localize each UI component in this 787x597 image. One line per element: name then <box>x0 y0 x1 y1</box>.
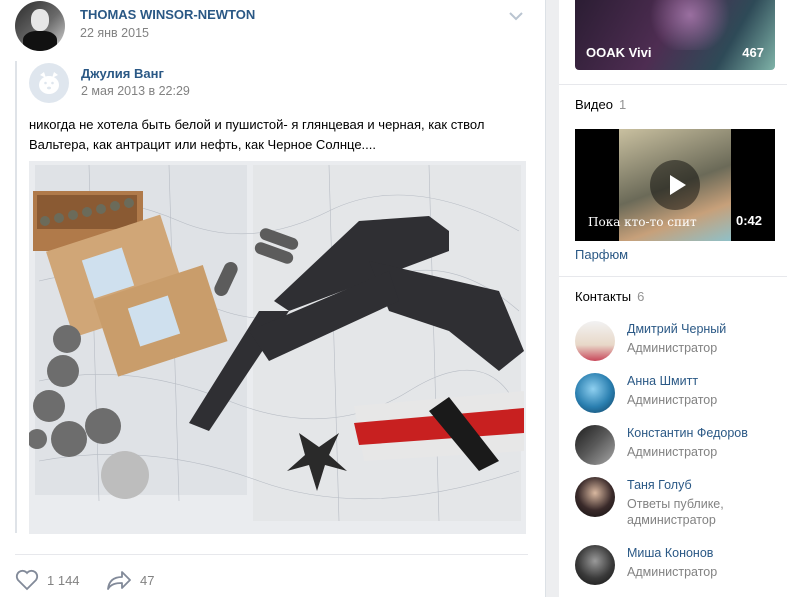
post-author-name[interactable]: THOMAS WINSOR-NEWTON <box>80 7 255 22</box>
repost-bar <box>15 61 17 533</box>
contact-name[interactable]: Дмитрий Черный <box>627 322 726 336</box>
video-thumbnail[interactable]: Пока кто-то спит 0:42 <box>575 129 775 241</box>
album-title: OOAK Vivi <box>586 45 652 60</box>
like-button[interactable]: 1 144 <box>15 569 80 591</box>
contact-avatar[interactable] <box>575 373 615 413</box>
videos-heading-label: Видео <box>575 97 613 112</box>
post-photo[interactable] <box>29 161 526 534</box>
contact-name[interactable]: Миша Кононов <box>627 546 713 560</box>
video-title-link[interactable]: Парфюм <box>575 247 628 262</box>
contact-item[interactable]: Таня Голуб Ответы публике, администратор <box>575 477 787 527</box>
contact-avatar[interactable] <box>575 425 615 465</box>
contact-item[interactable]: Миша Кононов Администратор <box>575 545 787 585</box>
contact-avatar[interactable] <box>575 545 615 585</box>
share-count: 47 <box>140 572 155 588</box>
repost-date[interactable]: 2 мая 2013 в 22:29 <box>81 84 190 98</box>
contacts-count: 6 <box>637 289 645 304</box>
sidebar: OOAK Vivi 467 Видео 1 Пока кто-то спит 0:… <box>559 0 787 597</box>
contact-role: Администратор <box>627 565 718 579</box>
dog-placeholder-icon <box>39 72 59 94</box>
post-date[interactable]: 22 янв 2015 <box>80 26 149 40</box>
contact-avatar[interactable] <box>575 321 615 361</box>
contact-role: Администратор <box>627 393 718 407</box>
post-text: никогда не хотела быть белой и пушистой-… <box>29 117 485 152</box>
share-button[interactable]: 47 <box>106 569 154 591</box>
repost-author-avatar[interactable] <box>29 63 69 103</box>
section-divider <box>559 84 787 85</box>
contact-avatar[interactable] <box>575 477 615 517</box>
contacts-heading-label: Контакты <box>575 289 632 304</box>
contact-name[interactable]: Таня Голуб <box>627 478 692 492</box>
heart-icon <box>15 569 39 591</box>
videos-count: 1 <box>618 97 627 112</box>
contact-item[interactable]: Константин Федоров Администратор <box>575 425 787 465</box>
contact-role: Администратор <box>627 445 718 459</box>
feed-column: THOMAS WINSOR-NEWTON 22 янв 2015 Джулия … <box>0 0 546 597</box>
video-caption: Пока кто-то спит <box>588 215 697 229</box>
contact-role: Ответы публике, администратор <box>627 497 724 527</box>
videos-heading[interactable]: Видео 1 <box>575 97 626 112</box>
share-arrow-icon <box>107 571 131 590</box>
album-thumbnail[interactable]: OOAK Vivi 467 <box>575 0 775 70</box>
contact-item[interactable]: Анна Шмитт Администратор <box>575 373 787 413</box>
album-count: 467 <box>742 45 764 60</box>
contacts-heading[interactable]: Контакты 6 <box>575 289 644 304</box>
photo-image <box>29 161 526 534</box>
contact-name[interactable]: Константин Федоров <box>627 426 748 440</box>
author-avatar[interactable] <box>15 1 65 51</box>
contact-role: Администратор <box>627 341 718 355</box>
contact-name[interactable]: Анна Шмитт <box>627 374 698 388</box>
like-count: 1 144 <box>47 572 80 588</box>
contact-item[interactable]: Дмитрий Черный Администратор <box>575 321 787 361</box>
play-icon[interactable] <box>650 160 700 210</box>
section-divider <box>559 276 787 277</box>
repost-author-name[interactable]: Джулия Ванг <box>81 66 164 81</box>
chevron-down-icon[interactable] <box>507 9 525 23</box>
post-divider <box>15 554 528 555</box>
video-duration: 0:42 <box>735 213 762 228</box>
